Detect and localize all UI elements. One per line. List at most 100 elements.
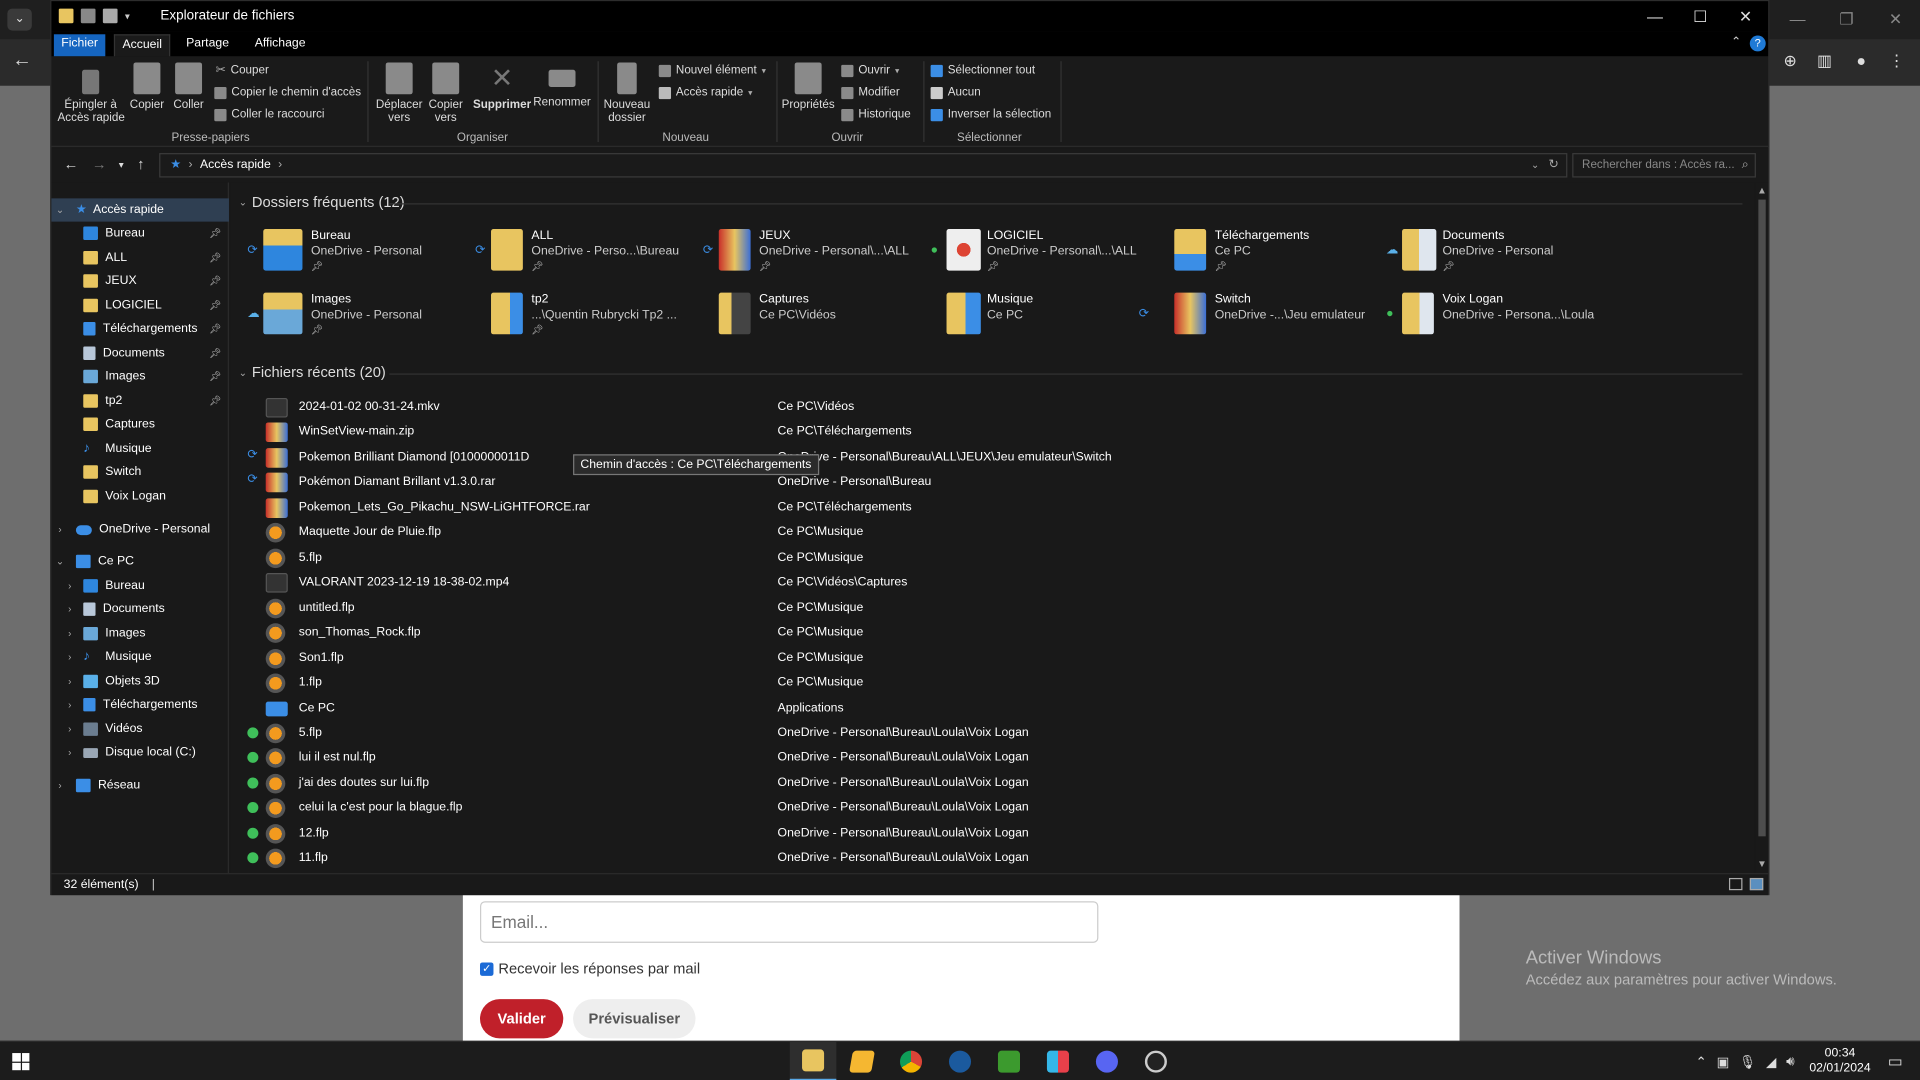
nav-pc-videos[interactable]: › Vidéos bbox=[51, 718, 229, 741]
chevron-right-icon[interactable]: › bbox=[54, 524, 66, 535]
folder-tile-voix-logan[interactable]: ● Voix Logan OneDrive - Persona...\Loula bbox=[1386, 288, 1609, 342]
taskbar-discord[interactable] bbox=[1084, 1042, 1131, 1080]
nav-pc-images[interactable]: › Images bbox=[51, 622, 229, 645]
details-view-icon[interactable] bbox=[1728, 877, 1743, 891]
chevron-right-icon[interactable]: › bbox=[64, 699, 76, 710]
table-row[interactable]: VALORANT 2023-12-19 18-38-02.mp4 Ce PC\Vi… bbox=[230, 571, 1748, 595]
pin-icon[interactable]: 📌︎ bbox=[209, 323, 221, 334]
refresh-icon[interactable]: ↻ bbox=[1549, 154, 1559, 176]
pin-icon[interactable]: 📌︎ bbox=[209, 252, 221, 263]
validate-button[interactable]: Valider bbox=[480, 999, 564, 1039]
microphone-icon[interactable]: 🎙︎ bbox=[1739, 1054, 1756, 1070]
history-button[interactable]: Historique bbox=[841, 108, 911, 121]
browser-back-icon[interactable]: ← bbox=[12, 50, 32, 72]
table-row[interactable]: 1.flp Ce PC\Musique bbox=[230, 671, 1748, 695]
rename-button[interactable]: Renommer bbox=[531, 60, 592, 109]
properties-icon[interactable] bbox=[80, 8, 96, 24]
back-arrow-icon[interactable]: ← bbox=[64, 156, 79, 173]
tab-list-button[interactable]: ⌄ bbox=[7, 8, 32, 31]
taskbar-obs[interactable] bbox=[1133, 1042, 1180, 1080]
volume-icon[interactable]: 🔊︎ bbox=[1786, 1054, 1794, 1070]
forward-arrow-icon[interactable]: → bbox=[92, 156, 107, 173]
folder-tile-telechargements[interactable]: Téléchargements Ce PC 📌︎ bbox=[1158, 224, 1381, 278]
address-dropdown-icon[interactable]: ⌄ bbox=[1531, 154, 1539, 176]
table-row[interactable]: son_Thomas_Rock.flp Ce PC\Musique bbox=[230, 621, 1748, 645]
email-field[interactable]: Email... bbox=[480, 901, 1099, 943]
table-row[interactable]: celui la c'est pour la blague.flp OneDriv… bbox=[230, 796, 1748, 820]
folder-tile-all[interactable]: ⟳ ALL OneDrive - Perso...\Bureau 📌︎ bbox=[475, 224, 698, 278]
tray-overflow-icon[interactable]: ⌃ bbox=[1695, 1054, 1706, 1070]
chevron-up-icon[interactable]: ⌃ bbox=[1731, 36, 1741, 49]
tab-fichier[interactable]: Fichier bbox=[53, 34, 106, 57]
nav-item-switch[interactable]: Switch bbox=[51, 460, 229, 483]
taskbar-steam[interactable] bbox=[937, 1042, 984, 1080]
nav-pc-documents[interactable]: › Documents bbox=[51, 598, 229, 621]
folder-tile-images[interactable]: ☁ Images OneDrive - Personal 📌︎ bbox=[247, 288, 470, 342]
open-button[interactable]: Ouvrir ▾ bbox=[841, 64, 899, 77]
search-icon[interactable]: ⌕ bbox=[1742, 154, 1749, 176]
chevron-right-icon[interactable]: › bbox=[64, 651, 76, 662]
chevron-right-icon[interactable]: › bbox=[64, 747, 76, 758]
minimize-button[interactable]: — bbox=[1632, 1, 1677, 32]
pin-icon[interactable]: 📌︎ bbox=[209, 276, 221, 287]
properties-button[interactable]: Propriétés bbox=[779, 60, 838, 111]
modify-button[interactable]: Modifier bbox=[841, 86, 900, 99]
select-all-button[interactable]: Sélectionner tout bbox=[930, 64, 1035, 77]
new-folder-button[interactable]: Nouveau dossier bbox=[600, 60, 654, 125]
up-arrow-icon[interactable]: ↑ bbox=[137, 156, 144, 173]
table-row[interactable]: 5.flp Ce PC\Musique bbox=[230, 546, 1748, 570]
chevron-right-icon[interactable]: › bbox=[64, 604, 76, 615]
chevron-right-icon[interactable]: › bbox=[64, 628, 76, 639]
browser-close-button[interactable]: ✕ bbox=[1871, 0, 1920, 39]
taskbar-file-explorer[interactable] bbox=[789, 1042, 837, 1080]
close-button[interactable]: ✕ bbox=[1723, 1, 1768, 32]
nav-onedrive[interactable]: › OneDrive - Personal bbox=[51, 518, 229, 541]
nav-item-telechargements[interactable]: Téléchargements 📌︎ bbox=[51, 317, 229, 340]
browser-minimize-button[interactable]: — bbox=[1773, 0, 1822, 39]
nav-pc-telechargements[interactable]: › Téléchargements bbox=[51, 693, 229, 716]
chevron-right-icon[interactable]: › bbox=[54, 780, 66, 791]
browser-restore-button[interactable]: ❐ bbox=[1822, 0, 1871, 39]
copy-path-button[interactable]: Copier le chemin d'accès bbox=[214, 86, 361, 99]
nav-item-images[interactable]: Images 📌︎ bbox=[51, 365, 229, 388]
copy-button[interactable]: Copier bbox=[127, 60, 166, 111]
table-row[interactable]: WinSetView-main.zip Ce PC\Téléchargements bbox=[230, 420, 1748, 444]
copy-to-button[interactable]: Copier vers bbox=[421, 60, 470, 125]
cut-button[interactable]: ✂ Couper bbox=[216, 64, 269, 77]
preview-button[interactable]: Prévisualiser bbox=[573, 999, 696, 1039]
tab-affichage[interactable]: Affichage bbox=[247, 34, 313, 56]
help-icon[interactable]: ? bbox=[1749, 35, 1766, 52]
nav-item-documents[interactable]: Documents 📌︎ bbox=[51, 342, 229, 365]
nav-item-musique[interactable]: ♪ Musique bbox=[51, 437, 229, 460]
nav-item-jeux[interactable]: JEUX 📌︎ bbox=[51, 269, 229, 292]
paste-button[interactable]: Coller bbox=[169, 60, 208, 111]
table-row[interactable]: 5.flp OneDrive - Personal\Bureau\Loula\Vo… bbox=[230, 721, 1748, 745]
pin-quick-access-button[interactable]: Épingler à Accès rapide bbox=[58, 60, 125, 125]
chevron-down-icon[interactable]: ⌄ bbox=[239, 197, 247, 208]
clock[interactable]: 00:34 02/01/2024 bbox=[1809, 1047, 1870, 1076]
download-icon[interactable]: ⊕ bbox=[1779, 50, 1801, 72]
taskbar-emulator[interactable] bbox=[1035, 1042, 1082, 1080]
delete-button[interactable]: ✕ Supprimer bbox=[473, 60, 532, 111]
tab-accueil[interactable]: Accueil bbox=[113, 34, 171, 57]
move-to-button[interactable]: Déplacer vers bbox=[372, 60, 426, 125]
folder-tile-captures[interactable]: Captures Ce PC\Vidéos bbox=[703, 288, 926, 342]
nav-pc-musique[interactable]: › ♪ Musique bbox=[51, 645, 229, 668]
table-row[interactable]: ⟳ Pokemon Brilliant Diamond [0100000011D O… bbox=[230, 446, 1748, 470]
folder-tile-musique[interactable]: Musique Ce PC bbox=[931, 288, 1154, 342]
nav-item-bureau[interactable]: Bureau 📌︎ bbox=[51, 222, 229, 245]
webcam-icon[interactable]: ▣ bbox=[1717, 1054, 1730, 1070]
folder-tile-logiciel[interactable]: ● LOGICIEL OneDrive - Personal\...\ALL 📌… bbox=[931, 224, 1154, 278]
pin-icon[interactable]: 📌︎ bbox=[209, 348, 221, 359]
chevron-down-icon[interactable]: ⌄ bbox=[54, 204, 66, 215]
nav-item-voix-logan[interactable]: Voix Logan bbox=[51, 485, 229, 508]
folder-tile-bureau[interactable]: ⟳ Bureau OneDrive - Personal 📌︎ bbox=[247, 224, 470, 278]
mail-checkbox-row[interactable]: ✓ Recevoir les réponses par mail bbox=[480, 960, 700, 977]
table-row[interactable]: Ce PC Applications bbox=[230, 697, 1748, 721]
table-row[interactable]: 2024-01-02 00-31-24.mkv Ce PC\Vidéos bbox=[230, 396, 1748, 420]
address-field[interactable]: ★ › Accès rapide › ⌄ ↻ bbox=[159, 153, 1568, 178]
search-input[interactable]: Rechercher dans : Accès ra... ⌕ bbox=[1572, 153, 1756, 178]
recent-locations-chevron-icon[interactable]: ▾ bbox=[119, 159, 124, 170]
maximize-button[interactable]: ☐ bbox=[1678, 1, 1723, 32]
chevron-right-icon[interactable]: › bbox=[64, 724, 76, 735]
